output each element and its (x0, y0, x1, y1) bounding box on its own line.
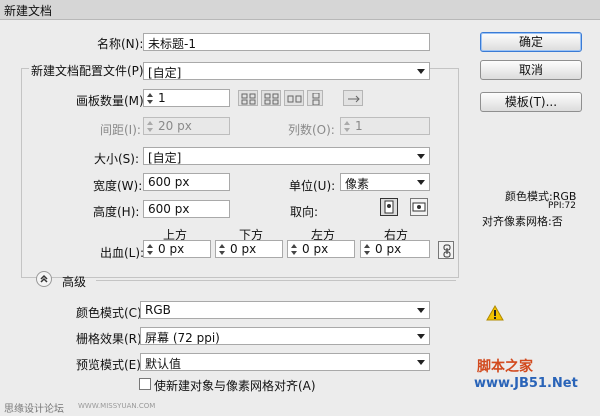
size-select-value: [自定] (148, 151, 182, 165)
align-grid-label: 使新建对象与像素网格对齐(A) (154, 379, 316, 393)
watermark-right-top: 脚本之家 (477, 359, 533, 375)
color-mode-select-value: RGB (145, 303, 171, 317)
height-input[interactable]: 600 px (143, 200, 230, 218)
arrange-by-row-icon[interactable] (284, 90, 304, 106)
spinner-icon[interactable] (145, 91, 155, 106)
spinner-icon[interactable] (145, 242, 155, 257)
preview-select-value: 默认值 (145, 357, 182, 371)
align-grid-checkbox[interactable] (139, 378, 151, 390)
width-input[interactable]: 600 px (143, 173, 230, 191)
spinner-icon[interactable] (145, 119, 155, 134)
bleed-label: 出血(L): (100, 246, 145, 260)
chevron-down-icon (417, 180, 425, 185)
units-select-value: 像素 (345, 177, 370, 191)
columns-input[interactable]: 1 (340, 117, 430, 135)
arrow-right-icon[interactable] (343, 90, 363, 106)
bleed-top-input[interactable]: 0 px (143, 240, 211, 258)
landscape-icon[interactable] (410, 198, 428, 216)
chevron-down-icon (417, 360, 425, 365)
raster-label: 栅格效果(R): (76, 332, 146, 346)
chevron-down-icon (417, 69, 425, 74)
artboards-value: 1 (158, 91, 166, 105)
chevron-down-icon (417, 334, 425, 339)
spinner-icon[interactable] (342, 119, 352, 134)
advanced-label: 高级 (62, 275, 87, 289)
warning-icon (486, 304, 504, 321)
profile-select[interactable]: [自定] (143, 62, 430, 80)
size-label: 大小(S): (94, 152, 140, 166)
spacing-value: 20 px (158, 119, 192, 133)
info-grid: 对齐像素网格:否 (482, 215, 563, 228)
bleed-left-value: 0 px (302, 242, 329, 256)
collapse-icon[interactable] (36, 271, 52, 287)
columns-value: 1 (355, 119, 363, 133)
raster-select[interactable]: 屏幕 (72 ppi) (140, 327, 430, 345)
link-icon[interactable] (438, 241, 454, 259)
title-bar: 新建文档 (0, 0, 600, 20)
spacing-label: 间距(I): (100, 123, 141, 137)
chevron-down-icon (417, 308, 425, 313)
orientation-label: 取向: (290, 205, 319, 219)
raster-select-value: 屏幕 (72 ppi) (145, 331, 220, 345)
window-title: 新建文档 (4, 4, 53, 18)
name-label: 名称(N): (97, 37, 144, 51)
color-mode-select[interactable]: RGB (140, 301, 430, 319)
grid-by-row-icon[interactable] (238, 90, 258, 106)
bleed-top-value: 0 px (158, 242, 185, 256)
preview-label: 预览模式(E): (76, 358, 145, 372)
size-select[interactable]: [自定] (143, 147, 430, 165)
arrange-by-column-icon[interactable] (307, 90, 323, 106)
info-ppi: PPI:72 (548, 201, 576, 211)
chevron-down-icon (417, 154, 425, 159)
profile-label: 新建文档配置文件(P): (29, 62, 150, 79)
ok-button[interactable]: 确定 (480, 32, 582, 52)
artboards-input[interactable]: 1 (143, 89, 230, 107)
units-label: 单位(U): (289, 179, 336, 193)
grid-by-column-icon[interactable] (261, 90, 281, 106)
profile-select-value: [自定] (148, 66, 182, 80)
bleed-left-input[interactable]: 0 px (287, 240, 355, 258)
artboards-label: 画板数量(M): (76, 94, 148, 108)
preview-select[interactable]: 默认值 (140, 353, 430, 371)
color-mode-label: 颜色模式(C): (76, 306, 146, 320)
bleed-right-value: 0 px (375, 242, 402, 256)
bleed-right-input[interactable]: 0 px (360, 240, 430, 258)
height-label: 高度(H): (93, 205, 140, 219)
spinner-icon[interactable] (289, 242, 299, 257)
units-select[interactable]: 像素 (340, 173, 430, 191)
divider (96, 280, 456, 281)
bleed-bottom-input[interactable]: 0 px (215, 240, 283, 258)
width-label: 宽度(W): (93, 179, 143, 193)
watermark-right-bottom: www.JB51.Net (474, 376, 578, 391)
name-input[interactable]: 未标题-1 (143, 33, 430, 51)
columns-label: 列数(O): (288, 123, 335, 137)
watermark-left: 思缘设计论坛 (4, 404, 64, 415)
bleed-bottom-value: 0 px (230, 242, 257, 256)
watermark-left-url: WWW.MISSYUAN.COM (78, 402, 156, 410)
spinner-icon[interactable] (362, 242, 372, 257)
spacing-input[interactable]: 20 px (143, 117, 230, 135)
cancel-button[interactable]: 取消 (480, 60, 582, 80)
portrait-icon[interactable] (380, 198, 398, 216)
templates-button[interactable]: 模板(T)... (480, 92, 582, 112)
spinner-icon[interactable] (217, 242, 227, 257)
